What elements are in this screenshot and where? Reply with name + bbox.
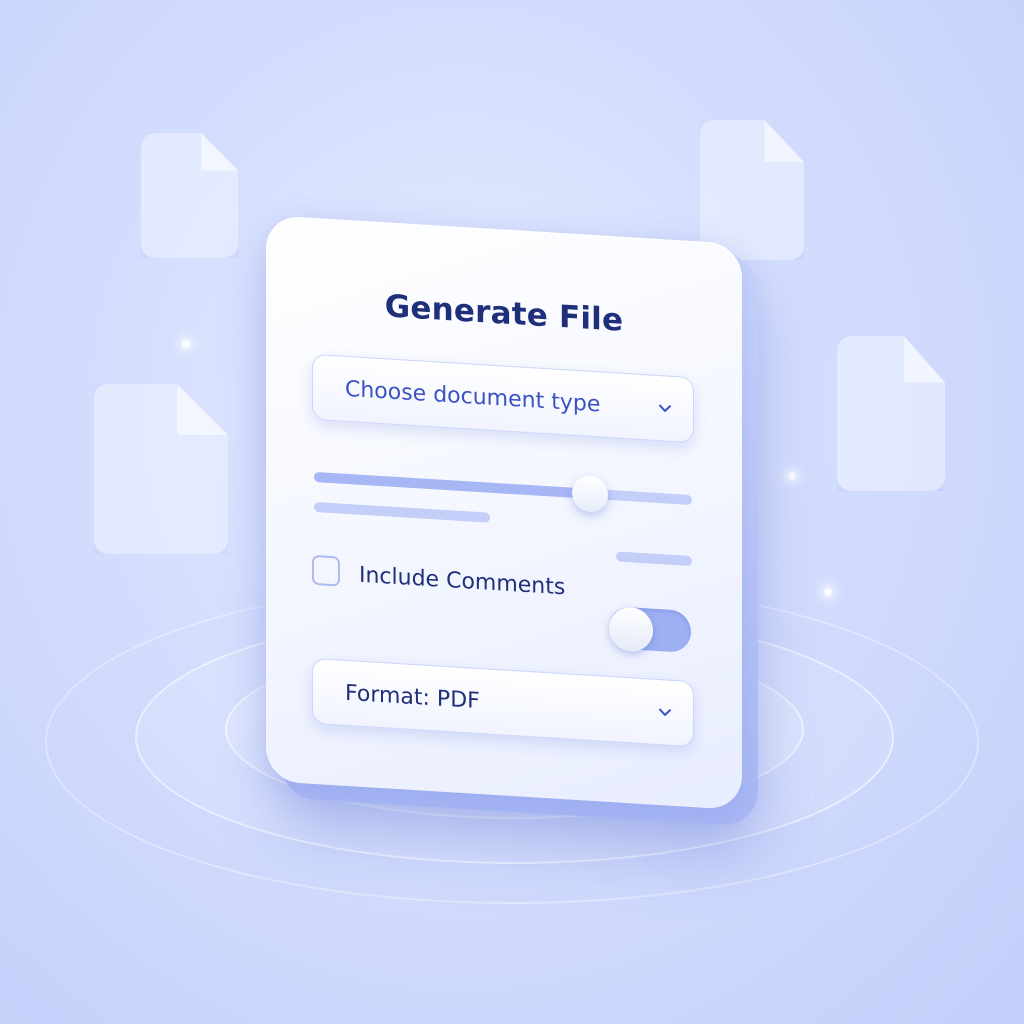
- document-icon: [837, 336, 945, 491]
- chevron-down-icon: [659, 404, 671, 412]
- slider-fill: [314, 471, 590, 499]
- dialog-card: Generate File Choose document type Inclu…: [266, 215, 742, 811]
- toggle-knob: [609, 605, 653, 653]
- format-select[interactable]: Format: PDF: [312, 657, 694, 748]
- slider-thumb[interactable]: [571, 474, 608, 513]
- placeholder-bar: [314, 501, 490, 523]
- document-icon: [141, 133, 238, 258]
- include-comments-label: Include Comments: [359, 562, 566, 601]
- include-comments-checkbox[interactable]: [312, 554, 340, 587]
- document-type-select[interactable]: Choose document type: [312, 353, 694, 444]
- sparkle-decoration: [182, 340, 190, 348]
- value-slider[interactable]: [314, 471, 692, 513]
- format-select-value: Format: PDF: [345, 680, 480, 715]
- document-icon: [94, 384, 228, 554]
- include-comments-toggle[interactable]: [609, 605, 691, 653]
- dialog-title: Generate File: [384, 288, 624, 339]
- generate-file-dialog: Generate File Choose document type Inclu…: [266, 215, 758, 828]
- placeholder-bar: [616, 551, 692, 567]
- chevron-down-icon: [659, 708, 671, 716]
- sparkle-decoration: [824, 588, 832, 596]
- document-type-select-value: Choose document type: [345, 376, 601, 418]
- sparkle-decoration: [788, 472, 796, 480]
- document-icon: [700, 120, 804, 260]
